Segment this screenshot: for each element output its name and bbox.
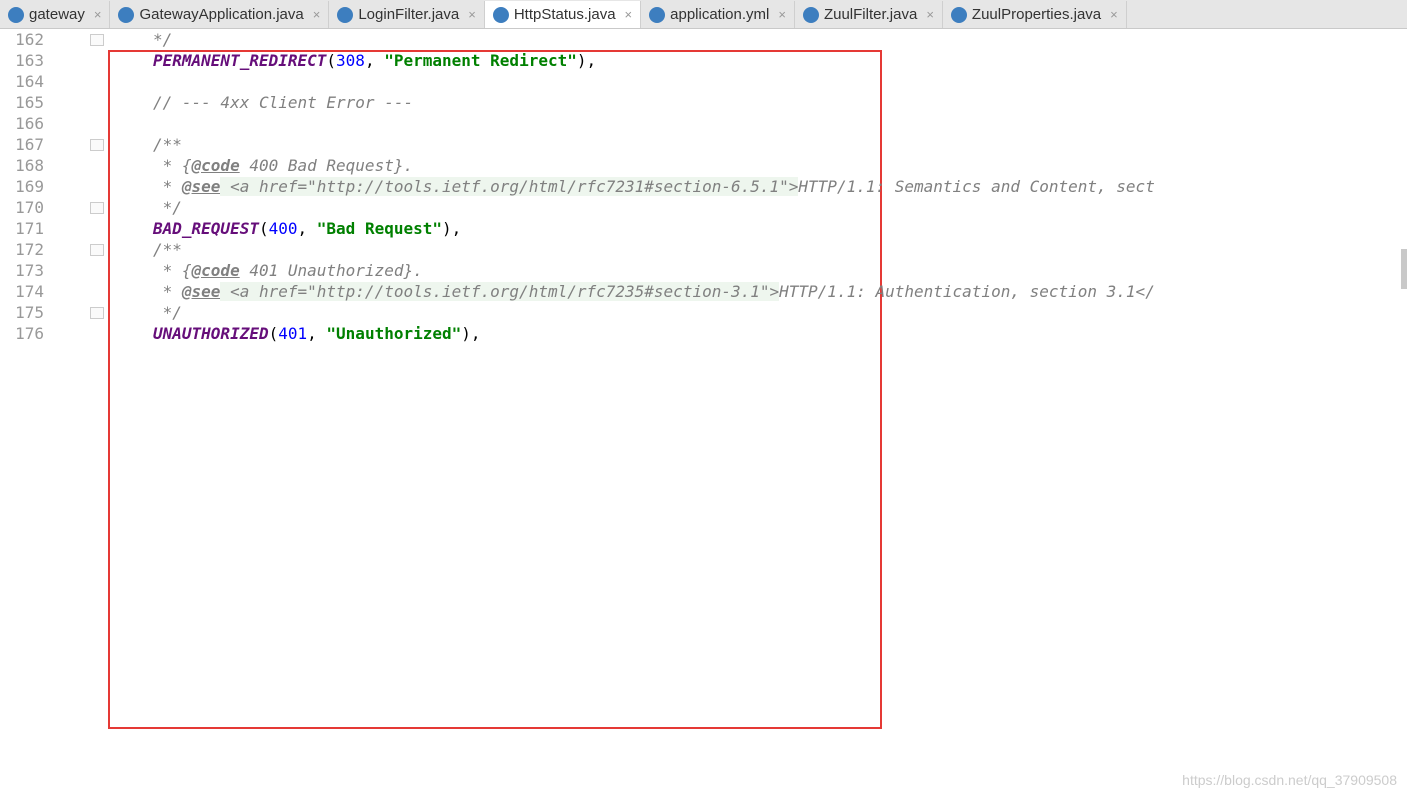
line-number: 173 — [15, 261, 44, 280]
fold-toggle-icon[interactable] — [90, 307, 104, 319]
code-text: * @see <a href="http://tools.ietf.org/ht… — [153, 282, 1155, 301]
line-number: 172 — [15, 240, 44, 259]
code-line[interactable]: 174 * @see <a href="http://tools.ietf.or… — [0, 281, 1407, 302]
tab-5[interactable]: ZuulFilter.java × — [795, 1, 943, 28]
tab-label: HttpStatus.java — [513, 6, 616, 23]
code-line[interactable]: 168 * {@code 400 Bad Request}. — [0, 155, 1407, 176]
line-number: 165 — [15, 93, 44, 112]
file-type-icon — [8, 6, 24, 23]
tab-6[interactable]: ZuulProperties.java × — [943, 1, 1127, 28]
code-line[interactable]: 170 */ — [0, 197, 1407, 218]
file-type-icon — [950, 6, 967, 23]
line-number: 167 — [15, 135, 44, 154]
code-text: /** — [153, 135, 182, 154]
fold-toggle-icon[interactable] — [90, 34, 104, 46]
code-line[interactable]: 173 * {@code 401 Unauthorized}. — [0, 260, 1407, 281]
close-tab-icon[interactable]: × — [778, 7, 786, 22]
line-number: 170 — [15, 198, 44, 217]
code-line[interactable]: 167 /** — [0, 134, 1407, 155]
code-text: */ — [153, 303, 182, 322]
line-number: 175 — [15, 303, 44, 322]
code-line[interactable]: 164 — [0, 71, 1407, 92]
tab-1[interactable]: GatewayApplication.java × — [110, 1, 330, 28]
code-text: /** — [153, 240, 182, 259]
close-tab-icon[interactable]: × — [1110, 7, 1118, 22]
code-text: */ — [153, 198, 182, 217]
tab-3[interactable]: HttpStatus.java × — [484, 1, 642, 28]
line-number: 176 — [15, 324, 44, 343]
code-line[interactable]: 171 BAD_REQUEST(400, "Bad Request"), — [0, 218, 1407, 239]
file-type-icon — [802, 6, 819, 23]
file-type-icon — [337, 6, 354, 23]
tab-2[interactable]: LoginFilter.java × — [329, 1, 485, 28]
code-line[interactable]: 169 * @see <a href="http://tools.ietf.or… — [0, 176, 1407, 197]
line-number: 171 — [15, 219, 44, 238]
fold-toggle-icon[interactable] — [90, 139, 104, 151]
close-tab-icon[interactable]: × — [926, 7, 934, 22]
code-line[interactable]: 175 */ — [0, 302, 1407, 323]
code-editor[interactable]: https://blog.csdn.net/qq_37909508 162 */1… — [0, 29, 1407, 798]
file-type-icon — [492, 6, 509, 23]
line-number: 164 — [15, 72, 44, 91]
fold-toggle-icon[interactable] — [90, 244, 104, 256]
tab-label: LoginFilter.java — [358, 6, 460, 23]
code-text: * @see <a href="http://tools.ietf.org/ht… — [153, 177, 1155, 196]
close-tab-icon[interactable]: × — [468, 7, 476, 22]
tab-label: ZuulFilter.java — [823, 6, 918, 23]
tab-label: application.yml — [670, 6, 770, 23]
code-text: UNAUTHORIZED(401, "Unauthorized"), — [153, 324, 481, 343]
tab-4[interactable]: application.yml × — [641, 1, 795, 28]
code-line[interactable]: 176 UNAUTHORIZED(401, "Unauthorized"), — [0, 323, 1407, 344]
code-line[interactable]: 172 /** — [0, 239, 1407, 260]
close-tab-icon[interactable]: × — [625, 7, 633, 22]
code-text: * {@code 400 Bad Request}. — [153, 156, 414, 175]
close-tab-icon[interactable]: × — [94, 7, 102, 22]
code-text: PERMANENT_REDIRECT(308, "Permanent Redir… — [153, 51, 597, 70]
watermark: https://blog.csdn.net/qq_37909508 — [1182, 772, 1397, 788]
code-text: // --- 4xx Client Error --- — [153, 93, 414, 112]
code-line[interactable]: 162 */ — [0, 29, 1407, 50]
code-line[interactable]: 165 // --- 4xx Client Error --- — [0, 92, 1407, 113]
code-line[interactable]: 166 — [0, 113, 1407, 134]
code-text: * {@code 401 Unauthorized}. — [153, 261, 423, 280]
editor-tab-bar: gateway × GatewayApplication.java × LoginFil… — [0, 0, 1407, 29]
line-number: 168 — [15, 156, 44, 175]
line-number: 166 — [15, 114, 44, 133]
close-tab-icon[interactable]: × — [313, 7, 321, 22]
line-number: 174 — [15, 282, 44, 301]
code-text: BAD_REQUEST(400, "Bad Request"), — [153, 219, 462, 238]
code-line[interactable]: 163 PERMANENT_REDIRECT(308, "Permanent Re… — [0, 50, 1407, 71]
line-number: 169 — [15, 177, 44, 196]
file-type-icon — [649, 6, 666, 23]
fold-toggle-icon[interactable] — [90, 202, 104, 214]
tab-label: ZuulProperties.java — [971, 6, 1102, 23]
tab-0[interactable]: gateway × — [0, 1, 111, 28]
line-number: 163 — [15, 51, 44, 70]
tab-label: GatewayApplication.java — [139, 6, 304, 23]
tab-label: gateway — [29, 6, 85, 23]
line-number: 162 — [15, 30, 44, 49]
file-type-icon — [118, 6, 135, 23]
code-text: */ — [153, 30, 173, 49]
